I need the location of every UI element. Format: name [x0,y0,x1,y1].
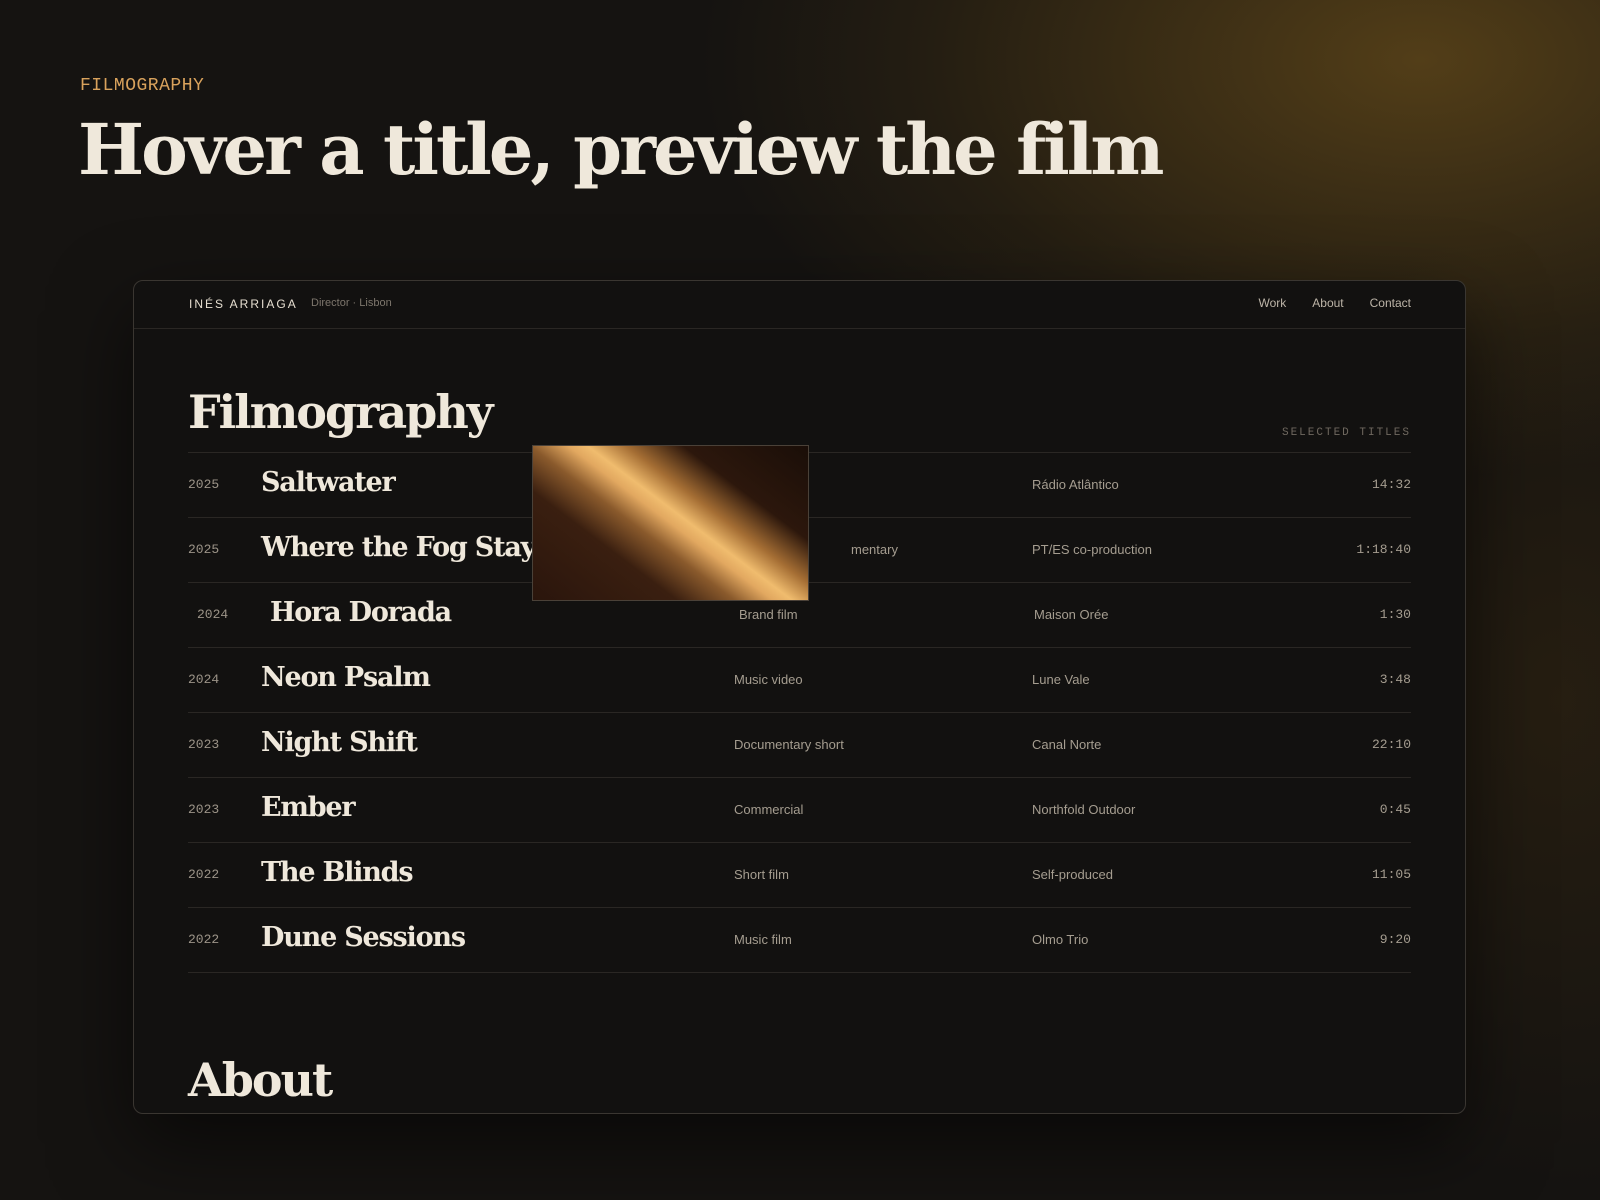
about-title: About [188,1053,333,1107]
film-kind: Brand film [739,607,798,622]
film-title[interactable]: Neon Psalm [261,662,431,693]
film-duration: 3:48 [1379,672,1411,687]
film-preview-thumbnail [532,445,809,601]
film-year: 2024 [188,672,220,687]
film-client: Northfold Outdoor [1032,802,1136,817]
brand-name[interactable]: INÉS ARRIAGA [189,297,298,311]
film-client: Self-produced [1032,867,1113,882]
film-year: 2023 [188,802,220,817]
film-title[interactable]: Dune Sessions [261,922,466,953]
film-client: Canal Norte [1032,737,1102,752]
site-header: INÉS ARRIAGA Director · Lisbon Work Abou… [134,281,1465,329]
film-row-the-blinds[interactable]: 2022 The Blinds Short film Self-produced… [188,843,1411,908]
film-title[interactable]: Saltwater [261,467,396,498]
film-title[interactable]: The Blinds [261,857,414,888]
film-kind: Commercial [734,802,804,817]
selected-titles-tag: SELECTED TITLES [1281,427,1411,439]
film-year: 2024 [197,607,229,622]
film-duration: 14:32 [1371,477,1411,492]
site-nav: Work About Contact [1259,296,1412,310]
eyebrow-label: FILMOGRAPHY [80,76,205,96]
film-duration: 0:45 [1379,802,1411,817]
film-client: Maison Orée [1034,607,1109,622]
film-duration: 22:10 [1371,737,1411,752]
film-client: Rádio Atlântico [1032,477,1119,492]
film-title[interactable]: Night Shift [261,727,418,758]
film-kind: Documentary short [734,737,844,752]
film-year: 2025 [188,542,220,557]
film-client: PT/ES co-production [1032,542,1152,557]
film-title[interactable]: Where the Fog Stays [261,532,550,563]
film-year: 2025 [188,477,220,492]
film-title[interactable]: Hora Dorada [270,597,452,628]
film-row-ember[interactable]: 2023 Ember Commercial Northfold Outdoor … [188,778,1411,843]
film-row-dune-sessions[interactable]: 2022 Dune Sessions Music film Olmo Trio … [188,908,1411,973]
brand-subtitle: Director · Lisbon [311,297,392,309]
nav-link-work[interactable]: Work [1259,296,1287,310]
film-kind: Music video [734,672,803,687]
film-client: Olmo Trio [1032,932,1089,947]
film-duration: 1:18:40 [1356,542,1411,557]
filmography-title: Filmography [188,385,494,439]
site-preview-window: INÉS ARRIAGA Director · Lisbon Work Abou… [133,280,1466,1114]
film-duration: 11:05 [1371,867,1411,882]
film-row-night-shift[interactable]: 2023 Night Shift Documentary short Canal… [188,713,1411,778]
film-year: 2022 [188,932,220,947]
film-client: Lune Vale [1032,672,1090,687]
film-row-neon-psalm[interactable]: 2024 Neon Psalm Music video Lune Vale 3:… [188,648,1411,713]
film-duration: 1:30 [1379,607,1411,622]
film-title[interactable]: Ember [261,792,356,823]
nav-link-about[interactable]: About [1312,296,1343,310]
nav-link-contact[interactable]: Contact [1370,296,1411,310]
film-duration: 9:20 [1379,932,1411,947]
film-kind: Music film [734,932,792,947]
film-kind: mentary [851,542,898,557]
film-year: 2023 [188,737,220,752]
film-year: 2022 [188,867,220,882]
film-kind: Short film [734,867,789,882]
hero-headline: Hover a title, preview the film [78,108,1164,191]
